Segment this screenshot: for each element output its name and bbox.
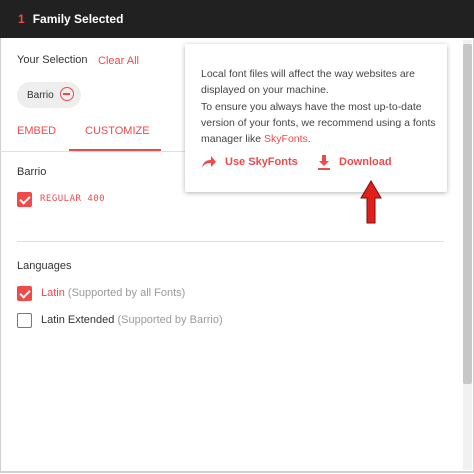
selection-drawer-header[interactable]: 1 Family Selected bbox=[0, 0, 474, 38]
pointer-arrow-icon bbox=[360, 180, 382, 224]
popover-line-1: Local font files will affect the way web… bbox=[201, 68, 415, 97]
selected-count: 1 bbox=[18, 12, 25, 26]
language-name: Latin bbox=[41, 287, 65, 299]
family-name-heading: Barrio bbox=[17, 166, 47, 178]
tab-customize[interactable]: CUSTOMIZE bbox=[85, 125, 150, 137]
header-title: Family Selected bbox=[32, 12, 124, 26]
language-name: Latin Extended bbox=[41, 314, 115, 326]
remove-circle-icon[interactable] bbox=[60, 87, 74, 101]
use-skyfonts-button[interactable]: Use SkyFonts bbox=[201, 154, 298, 170]
download-popover: Local font files will affect the way web… bbox=[185, 44, 447, 192]
languages-heading: Languages bbox=[17, 260, 72, 272]
language-item-latin: Latin (Supported by all Fonts) bbox=[41, 287, 185, 299]
download-icon bbox=[318, 154, 330, 170]
skyfonts-link[interactable]: SkyFonts bbox=[264, 133, 308, 145]
style-label-regular-400: REGULAR 400 bbox=[40, 194, 106, 204]
clear-all-link[interactable]: Clear All bbox=[98, 55, 139, 67]
download-label: Download bbox=[339, 156, 392, 168]
scrollbar-thumb[interactable] bbox=[463, 44, 472, 384]
language-checkbox-latin-extended[interactable] bbox=[17, 313, 32, 328]
language-support-note: (Supported by all Fonts) bbox=[67, 287, 186, 299]
popover-message: Local font files will affect the way web… bbox=[201, 66, 439, 147]
popover-line-2-end: . bbox=[307, 133, 311, 146]
panel-bottom-edge bbox=[0, 471, 474, 472]
your-selection-heading: Your Selection bbox=[17, 54, 88, 66]
popover-line-2: To ensure you always have the most up-to… bbox=[201, 100, 436, 146]
share-arrow-icon bbox=[202, 156, 216, 168]
use-skyfonts-label: Use SkyFonts bbox=[225, 156, 298, 168]
font-chip-barrio: Barrio bbox=[17, 82, 81, 108]
language-item-latin-extended: Latin Extended (Supported by Barrio) bbox=[41, 314, 223, 326]
font-chip-label: Barrio bbox=[27, 89, 54, 101]
style-checkbox-regular-400[interactable] bbox=[17, 192, 32, 207]
section-divider bbox=[17, 241, 444, 242]
language-support-note: (Supported by Barrio) bbox=[117, 314, 223, 326]
download-button[interactable]: Download bbox=[317, 154, 392, 170]
tab-embed[interactable]: EMBED bbox=[17, 125, 56, 137]
language-checkbox-latin[interactable] bbox=[17, 286, 32, 301]
